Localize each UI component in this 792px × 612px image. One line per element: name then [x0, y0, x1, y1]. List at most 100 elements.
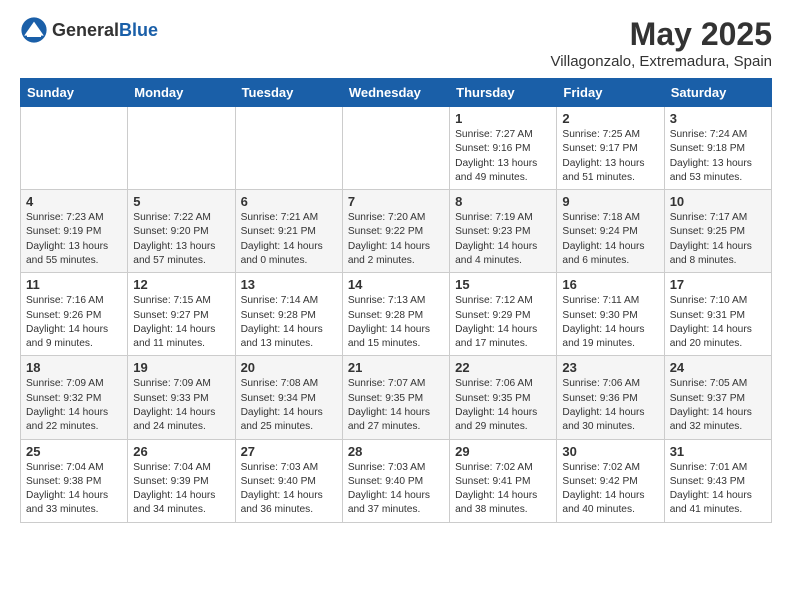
calendar-cell: 22 Sunrise: 7:06 AM Sunset: 9:35 PM Dayli…: [450, 356, 557, 439]
day-number: 19: [133, 360, 229, 375]
day-info: Sunrise: 7:04 AM Sunset: 9:38 PM Dayligh…: [26, 461, 122, 518]
calendar-cell: [342, 107, 449, 190]
calendar-cell: 25 Sunrise: 7:04 AM Sunset: 9:38 PM Dayli…: [21, 439, 128, 522]
day-header-monday: Monday: [128, 79, 235, 107]
day-number: 17: [670, 277, 766, 292]
calendar-cell: 9 Sunrise: 7:18 AM Sunset: 9:24 PM Daylig…: [557, 190, 664, 273]
day-info: Sunrise: 7:12 AM Sunset: 9:29 PM Dayligh…: [455, 294, 551, 351]
day-info: Sunrise: 7:04 AM Sunset: 9:39 PM Dayligh…: [133, 461, 229, 518]
calendar-cell: 14Sunrise: 7:13 AM Sunset: 9:28 PM Dayli…: [342, 273, 449, 356]
calendar-cell: 3 Sunrise: 7:24 AM Sunset: 9:18 PM Daylig…: [664, 107, 771, 190]
day-info: Sunrise: 7:09 AM Sunset: 9:33 PM Dayligh…: [133, 377, 229, 434]
page: GeneralBlue May 2025 Villagonzalo, Extre…: [0, 0, 792, 535]
day-number: 25: [26, 444, 122, 459]
calendar-table: SundayMondayTuesdayWednesdayThursdayFrid…: [20, 78, 772, 523]
day-number: 12: [133, 277, 229, 292]
logo-text: GeneralBlue: [52, 20, 158, 41]
day-info: Sunrise: 7:22 AM Sunset: 9:20 PM Dayligh…: [133, 211, 229, 268]
calendar-cell: 30Sunrise: 7:02 AM Sunset: 9:42 PM Dayli…: [557, 439, 664, 522]
day-number: 24: [670, 360, 766, 375]
day-info: Sunrise: 7:02 AM Sunset: 9:41 PM Dayligh…: [455, 461, 551, 518]
day-number: 14: [348, 277, 444, 292]
calendar-cell: 20Sunrise: 7:08 AM Sunset: 9:34 PM Dayli…: [235, 356, 342, 439]
day-number: 6: [241, 194, 337, 209]
day-info: Sunrise: 7:10 AM Sunset: 9:31 PM Dayligh…: [670, 294, 766, 351]
day-number: 18: [26, 360, 122, 375]
day-info: Sunrise: 7:19 AM Sunset: 9:23 PM Dayligh…: [455, 211, 551, 268]
day-info: Sunrise: 7:23 AM Sunset: 9:19 PM Dayligh…: [26, 211, 122, 268]
calendar-cell: [21, 107, 128, 190]
calendar-week-row: 25 Sunrise: 7:04 AM Sunset: 9:38 PM Dayli…: [21, 439, 772, 522]
calendar-cell: 15Sunrise: 7:12 AM Sunset: 9:29 PM Dayli…: [450, 273, 557, 356]
logo-icon: [20, 16, 48, 44]
calendar-cell: 10Sunrise: 7:17 AM Sunset: 9:25 PM Dayli…: [664, 190, 771, 273]
day-number: 9: [562, 194, 658, 209]
calendar-cell: 19 Sunrise: 7:09 AM Sunset: 9:33 PM Dayli…: [128, 356, 235, 439]
subtitle: Villagonzalo, Extremadura, Spain: [550, 53, 772, 70]
day-number: 8: [455, 194, 551, 209]
day-info: Sunrise: 7:01 AM Sunset: 9:43 PM Dayligh…: [670, 461, 766, 518]
day-number: 22: [455, 360, 551, 375]
day-info: Sunrise: 7:03 AM Sunset: 9:40 PM Dayligh…: [348, 461, 444, 518]
day-number: 7: [348, 194, 444, 209]
day-info: Sunrise: 7:07 AM Sunset: 9:35 PM Dayligh…: [348, 377, 444, 434]
day-info: Sunrise: 7:24 AM Sunset: 9:18 PM Dayligh…: [670, 128, 766, 185]
day-info: Sunrise: 7:11 AM Sunset: 9:30 PM Dayligh…: [562, 294, 658, 351]
calendar-cell: 27 Sunrise: 7:03 AM Sunset: 9:40 PM Dayli…: [235, 439, 342, 522]
day-number: 5: [133, 194, 229, 209]
day-header-thursday: Thursday: [450, 79, 557, 107]
day-header-sunday: Sunday: [21, 79, 128, 107]
day-info: Sunrise: 7:21 AM Sunset: 9:21 PM Dayligh…: [241, 211, 337, 268]
calendar-cell: 7 Sunrise: 7:20 AM Sunset: 9:22 PM Daylig…: [342, 190, 449, 273]
day-header-tuesday: Tuesday: [235, 79, 342, 107]
logo-blue: Blue: [119, 20, 158, 40]
day-info: Sunrise: 7:16 AM Sunset: 9:26 PM Dayligh…: [26, 294, 122, 351]
calendar-cell: 31 Sunrise: 7:01 AM Sunset: 9:43 PM Dayli…: [664, 439, 771, 522]
day-info: Sunrise: 7:25 AM Sunset: 9:17 PM Dayligh…: [562, 128, 658, 185]
calendar-cell: 29 Sunrise: 7:02 AM Sunset: 9:41 PM Dayli…: [450, 439, 557, 522]
calendar-cell: 8 Sunrise: 7:19 AM Sunset: 9:23 PM Daylig…: [450, 190, 557, 273]
calendar-cell: 12Sunrise: 7:15 AM Sunset: 9:27 PM Dayli…: [128, 273, 235, 356]
day-number: 23: [562, 360, 658, 375]
day-number: 13: [241, 277, 337, 292]
calendar-cell: 23Sunrise: 7:06 AM Sunset: 9:36 PM Dayli…: [557, 356, 664, 439]
day-number: 31: [670, 444, 766, 459]
day-info: Sunrise: 7:02 AM Sunset: 9:42 PM Dayligh…: [562, 461, 658, 518]
calendar-week-row: 11 Sunrise: 7:16 AM Sunset: 9:26 PM Dayli…: [21, 273, 772, 356]
calendar-cell: 18Sunrise: 7:09 AM Sunset: 9:32 PM Dayli…: [21, 356, 128, 439]
logo-general: General: [52, 20, 119, 40]
day-info: Sunrise: 7:20 AM Sunset: 9:22 PM Dayligh…: [348, 211, 444, 268]
logo: GeneralBlue: [20, 16, 158, 44]
calendar-cell: 1Sunrise: 7:27 AM Sunset: 9:16 PM Daylig…: [450, 107, 557, 190]
calendar-cell: 11 Sunrise: 7:16 AM Sunset: 9:26 PM Dayli…: [21, 273, 128, 356]
title-block: May 2025 Villagonzalo, Extremadura, Spai…: [550, 16, 772, 70]
calendar-cell: 28 Sunrise: 7:03 AM Sunset: 9:40 PM Dayli…: [342, 439, 449, 522]
day-info: Sunrise: 7:06 AM Sunset: 9:35 PM Dayligh…: [455, 377, 551, 434]
day-number: 27: [241, 444, 337, 459]
calendar-cell: 17 Sunrise: 7:10 AM Sunset: 9:31 PM Dayli…: [664, 273, 771, 356]
calendar-cell: 21Sunrise: 7:07 AM Sunset: 9:35 PM Dayli…: [342, 356, 449, 439]
day-number: 16: [562, 277, 658, 292]
calendar-week-row: 1Sunrise: 7:27 AM Sunset: 9:16 PM Daylig…: [21, 107, 772, 190]
day-info: Sunrise: 7:18 AM Sunset: 9:24 PM Dayligh…: [562, 211, 658, 268]
calendar-cell: 4Sunrise: 7:23 AM Sunset: 9:19 PM Daylig…: [21, 190, 128, 273]
calendar-week-row: 4Sunrise: 7:23 AM Sunset: 9:19 PM Daylig…: [21, 190, 772, 273]
calendar-cell: 24Sunrise: 7:05 AM Sunset: 9:37 PM Dayli…: [664, 356, 771, 439]
calendar-cell: 26 Sunrise: 7:04 AM Sunset: 9:39 PM Dayli…: [128, 439, 235, 522]
day-header-friday: Friday: [557, 79, 664, 107]
calendar-cell: 6 Sunrise: 7:21 AM Sunset: 9:21 PM Daylig…: [235, 190, 342, 273]
day-number: 29: [455, 444, 551, 459]
day-info: Sunrise: 7:03 AM Sunset: 9:40 PM Dayligh…: [241, 461, 337, 518]
header: GeneralBlue May 2025 Villagonzalo, Extre…: [20, 16, 772, 70]
day-info: Sunrise: 7:14 AM Sunset: 9:28 PM Dayligh…: [241, 294, 337, 351]
day-info: Sunrise: 7:08 AM Sunset: 9:34 PM Dayligh…: [241, 377, 337, 434]
day-number: 26: [133, 444, 229, 459]
calendar-cell: 2Sunrise: 7:25 AM Sunset: 9:17 PM Daylig…: [557, 107, 664, 190]
day-info: Sunrise: 7:27 AM Sunset: 9:16 PM Dayligh…: [455, 128, 551, 185]
calendar-cell: 16 Sunrise: 7:11 AM Sunset: 9:30 PM Dayli…: [557, 273, 664, 356]
day-number: 3: [670, 111, 766, 126]
day-number: 28: [348, 444, 444, 459]
calendar-header-row: SundayMondayTuesdayWednesdayThursdayFrid…: [21, 79, 772, 107]
day-number: 11: [26, 277, 122, 292]
calendar-cell: 13 Sunrise: 7:14 AM Sunset: 9:28 PM Dayli…: [235, 273, 342, 356]
